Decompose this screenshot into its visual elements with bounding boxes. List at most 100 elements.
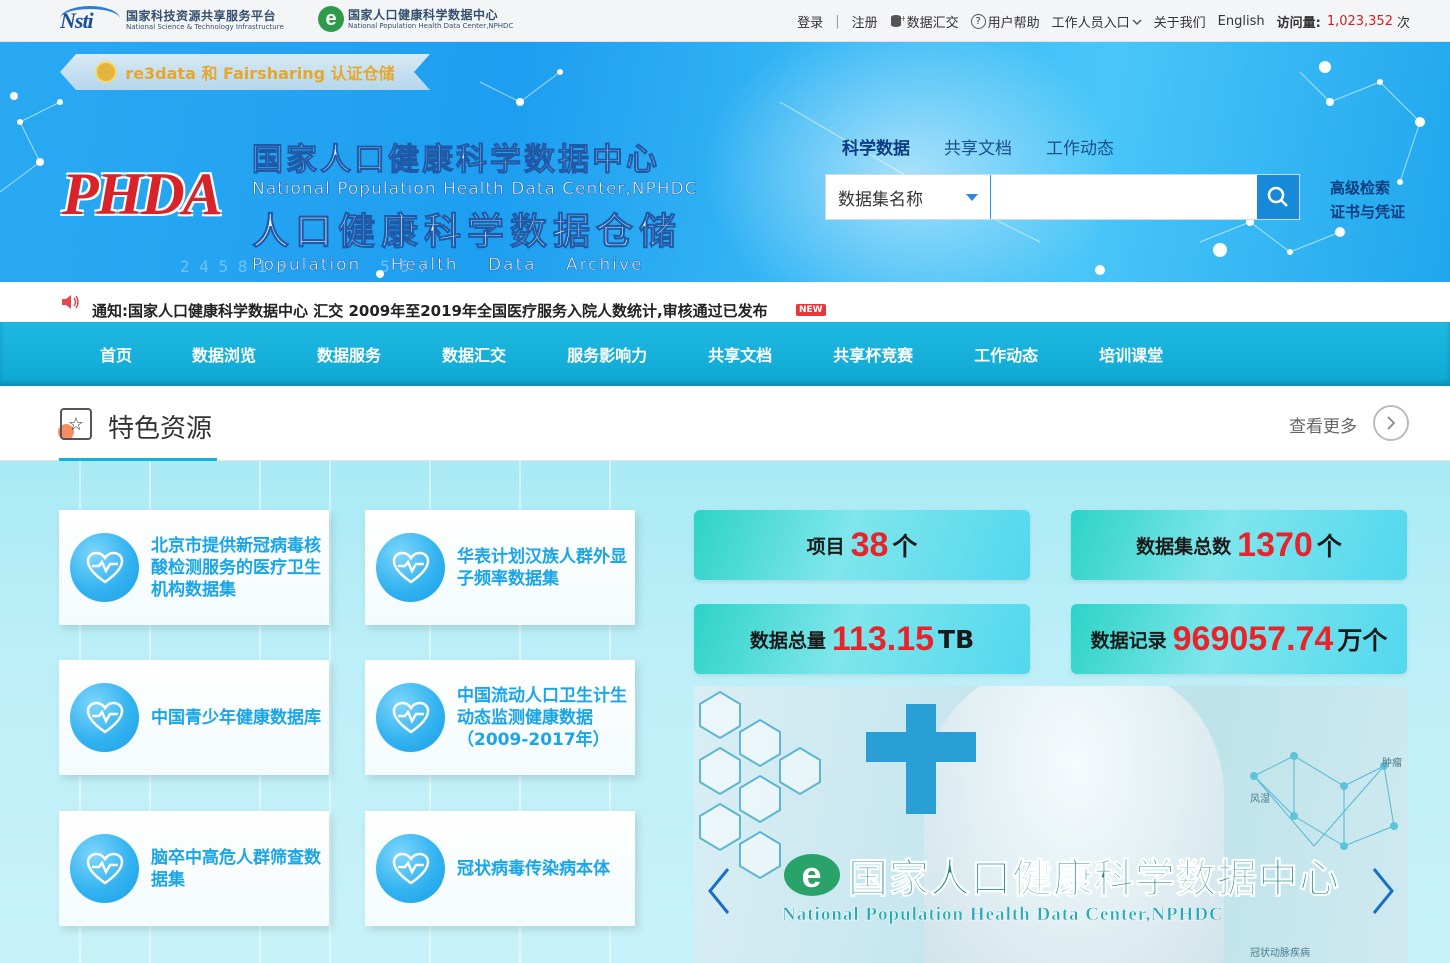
advanced-search-link[interactable]: 高级检索 bbox=[1330, 176, 1405, 200]
stat-projects: 项目 38 个 bbox=[694, 510, 1030, 580]
stat-datasets: 数据集总数 1370 个 bbox=[1071, 510, 1407, 580]
help-link[interactable]: ? 用户帮助 bbox=[970, 12, 1040, 31]
view-more-link[interactable]: 查看更多 bbox=[1289, 412, 1357, 437]
nsti-logo-cn: 国家科技资源共享服务平台 bbox=[126, 8, 277, 23]
phda-logo[interactable]: PHDA bbox=[62, 160, 223, 229]
search-button[interactable] bbox=[1257, 175, 1299, 219]
nav-training[interactable]: 培训课堂 bbox=[1099, 342, 1163, 366]
top-nav: 登录 | 注册 + 数据汇交 ? 用户帮助 工作人员入口 关于我们 Englis… bbox=[785, 12, 1410, 31]
data-submit-label: 数据汇交 bbox=[906, 16, 959, 31]
heart-pulse-icon bbox=[70, 834, 139, 903]
english-link[interactable]: English bbox=[1218, 14, 1265, 29]
nphdc-logo-cn: 国家人口健康科学数据中心 bbox=[348, 7, 499, 22]
help-label: 用户帮助 bbox=[987, 16, 1040, 31]
search-field-value: 数据集名称 bbox=[838, 189, 923, 210]
visits-unit: 次 bbox=[1396, 16, 1410, 31]
banner: 2 4 5 8 1 5 5 6 7 re3data 和 Fairsharing … bbox=[0, 42, 1450, 282]
heart-pulse-icon bbox=[376, 834, 445, 903]
nav-data-browse[interactable]: 数据浏览 bbox=[192, 342, 256, 366]
view-more-button[interactable] bbox=[1373, 405, 1409, 441]
certificate-link[interactable]: 证书与凭证 bbox=[1330, 200, 1405, 224]
image-carousel[interactable]: e 国家人口健康科学数据中心 National Population Healt… bbox=[694, 686, 1408, 963]
stat-label: 项目 bbox=[806, 535, 845, 558]
site-title: 国家人口健康科学数据中心 National Population Health … bbox=[252, 134, 698, 276]
visits-count: 1,023,352 bbox=[1326, 14, 1393, 29]
nphdc-logo-mark: e bbox=[318, 6, 344, 32]
staff-entry-link[interactable]: 工作人员入口 bbox=[1052, 12, 1142, 31]
nav-work-news[interactable]: 工作动态 bbox=[974, 342, 1038, 366]
stat-value: 113.15 bbox=[831, 619, 935, 658]
site-title-en1: National Population Health Data Center,N… bbox=[252, 179, 698, 200]
nsti-logo[interactable]: Nsti 国家科技资源共享服务平台 National Science & Tec… bbox=[60, 6, 284, 34]
register-link[interactable]: 注册 bbox=[852, 12, 878, 31]
resource-card[interactable]: 脑卒中高危人群筛查数据集 bbox=[59, 811, 329, 926]
staff-entry-label: 工作人员入口 bbox=[1051, 16, 1130, 31]
nav-impact[interactable]: 服务影响力 bbox=[567, 342, 647, 366]
nav-home[interactable]: 首页 bbox=[100, 342, 132, 366]
notice-bar: 通知:国家人口健康科学数据中心 汇交 2009年至2019年全国医疗服务入院人数… bbox=[0, 282, 1450, 322]
nphdc-logo[interactable]: e 国家人口健康科学数据中心 National Population Healt… bbox=[318, 6, 513, 32]
stat-records: 数据记录 969057.74 万个 bbox=[1071, 604, 1407, 674]
star-icon: ☆ bbox=[60, 408, 92, 440]
resource-card-label: 冠状病毒传染病本体 bbox=[457, 858, 610, 879]
slide-logo-mark: e bbox=[784, 854, 840, 896]
nsti-logo-mark: Nsti bbox=[60, 6, 122, 34]
stat-unit: 个 bbox=[892, 532, 918, 561]
login-link[interactable]: 登录 bbox=[797, 12, 823, 31]
slide-title: e 国家人口健康科学数据中心 bbox=[784, 846, 1340, 904]
stat-data-volume: 数据总量 113.15 TB bbox=[694, 604, 1030, 674]
resource-card[interactable]: 北京市提供新冠病毒核酸检测服务的医疗卫生机构数据集 bbox=[59, 510, 329, 625]
slide-subtitle: National Population Health Data Center,N… bbox=[782, 904, 1224, 926]
nav-shared-docs[interactable]: 共享文档 bbox=[708, 342, 772, 366]
slide-tag: 冠状动脉疾病 bbox=[1250, 948, 1310, 959]
certification-ribbon: re3data 和 Fairsharing 认证仓储 bbox=[60, 54, 430, 90]
carousel-prev-arrow-icon[interactable] bbox=[704, 866, 734, 916]
stat-label: 数据记录 bbox=[1090, 629, 1167, 652]
tab-shared-docs[interactable]: 共享文档 bbox=[944, 134, 1012, 159]
svg-text:+: + bbox=[900, 14, 905, 23]
search-side-links: 高级检索 证书与凭证 bbox=[1330, 176, 1405, 224]
database-icon: + bbox=[890, 14, 906, 29]
chevron-right-icon bbox=[1387, 416, 1396, 430]
heart-pulse-icon bbox=[376, 533, 445, 602]
tab-science-data[interactable]: 科学数据 bbox=[842, 134, 910, 159]
heart-pulse-icon bbox=[376, 683, 445, 752]
nsti-logo-en: National Science & Technology Infrastruc… bbox=[126, 22, 284, 31]
medal-icon bbox=[95, 61, 117, 83]
stat-value: 969057.74 bbox=[1172, 619, 1334, 658]
data-submit-link[interactable]: + 数据汇交 bbox=[890, 12, 959, 31]
chevron-down-icon bbox=[1132, 18, 1142, 25]
stat-unit: 个 bbox=[1316, 532, 1342, 561]
nphdc-logo-en: National Population Health Data Center,N… bbox=[348, 21, 514, 30]
site-title-en2: Population Health Data Archive bbox=[252, 255, 644, 276]
main-nav: 首页 数据浏览 数据服务 数据汇交 服务影响力 共享文档 共享杯竞赛 工作动态 … bbox=[0, 322, 1450, 386]
notice-text[interactable]: 通知:国家人口健康科学数据中心 汇交 2009年至2019年全国医疗服务入院人数… bbox=[92, 300, 768, 321]
new-badge: NEW bbox=[796, 304, 826, 316]
resource-card-label: 华表计划汉族人群外显子频率数据集 bbox=[457, 546, 627, 589]
nav-competition[interactable]: 共享杯竞赛 bbox=[833, 342, 913, 366]
resource-card[interactable]: 华表计划汉族人群外显子频率数据集 bbox=[365, 510, 635, 625]
tab-work-news[interactable]: 工作动态 bbox=[1046, 134, 1114, 159]
speaker-icon bbox=[62, 295, 79, 309]
carousel-next-arrow-icon[interactable] bbox=[1368, 866, 1398, 916]
resource-card[interactable]: 中国青少年健康数据库 bbox=[59, 660, 329, 775]
slide-title-text: 国家人口健康科学数据中心 bbox=[848, 856, 1340, 903]
resource-card[interactable]: 冠状病毒传染病本体 bbox=[365, 811, 635, 926]
question-icon: ? bbox=[970, 14, 986, 29]
site-title-cn1: 国家人口健康科学数据中心 bbox=[252, 142, 660, 179]
slide-tag: 肿瘤 bbox=[1382, 758, 1402, 769]
about-link[interactable]: 关于我们 bbox=[1154, 12, 1206, 31]
slide-tag: 风湿 bbox=[1250, 794, 1270, 805]
nav-data-submit[interactable]: 数据汇交 bbox=[442, 342, 506, 366]
nav-data-service[interactable]: 数据服务 bbox=[317, 342, 381, 366]
resource-card-label: 北京市提供新冠病毒核酸检测服务的医疗卫生机构数据集 bbox=[151, 535, 321, 600]
divider: | bbox=[835, 14, 840, 29]
stat-value: 38 bbox=[850, 525, 889, 564]
featured-resources: 北京市提供新冠病毒核酸检测服务的医疗卫生机构数据集 华表计划汉族人群外显子频率数… bbox=[0, 461, 1450, 963]
stat-value: 1370 bbox=[1237, 525, 1313, 564]
resource-card[interactable]: 中国流动人口卫生计生动态监测健康数据（2009-2017年） bbox=[365, 660, 635, 775]
search-input[interactable] bbox=[991, 175, 1257, 219]
stat-label: 数据总量 bbox=[749, 629, 826, 652]
search-box: 数据集名称 bbox=[825, 174, 1300, 220]
search-field-select[interactable]: 数据集名称 bbox=[826, 175, 991, 219]
